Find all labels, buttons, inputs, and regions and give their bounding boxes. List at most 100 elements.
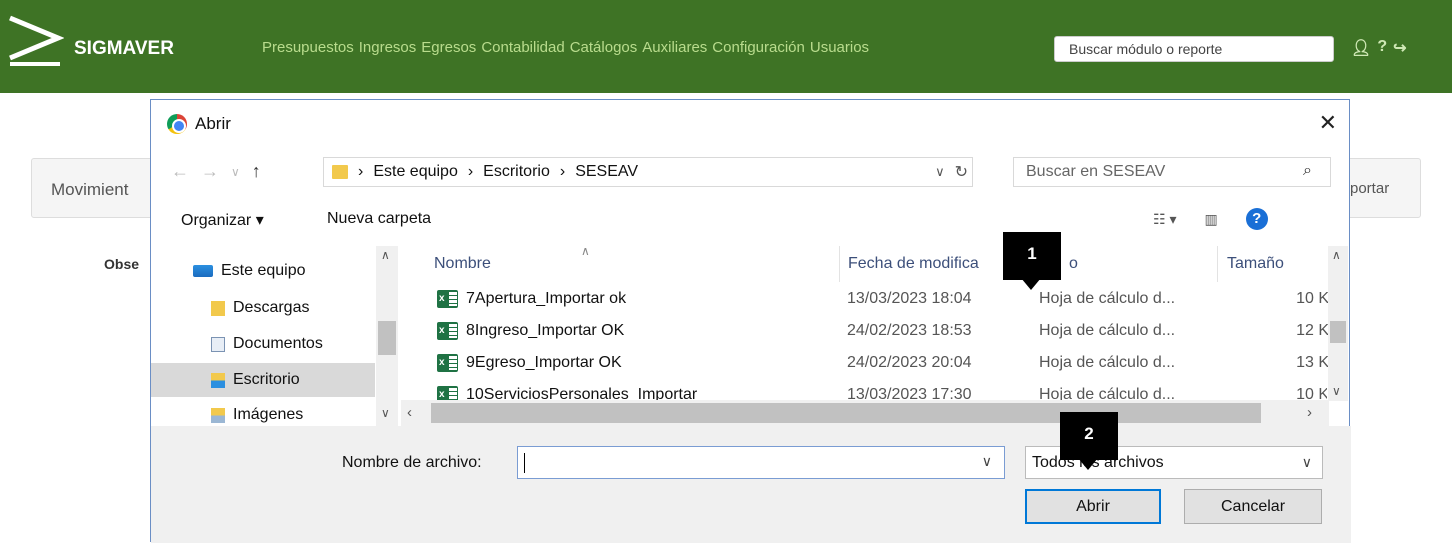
file-date: 24/02/2023 20:04 [847,354,972,371]
scroll-up-icon[interactable]: ∧ [1332,248,1341,262]
help-icon[interactable]: ? [1377,38,1387,58]
filename-input[interactable]: ∨ [517,446,1005,479]
scroll-left-icon[interactable]: ‹ [407,404,412,421]
folder-search-input[interactable] [1013,157,1331,187]
downloads-icon [211,300,225,316]
organize-button[interactable]: Organizar ▾ [181,210,264,230]
tree-item-documentos[interactable]: Documentos [211,335,323,353]
sigmaver-logo[interactable] [6,12,64,70]
column-name[interactable]: Nombre [434,255,491,273]
new-folder-button[interactable]: Nueva carpeta [327,210,431,228]
column-size[interactable]: Tamaño [1227,255,1284,273]
tree-item-escritorio[interactable]: Escritorio [211,371,300,389]
breadcrumb-sep-icon: › [467,163,474,180]
open-button[interactable]: Abrir [1025,489,1161,524]
folder-icon [332,165,348,179]
navigation-scrollbar[interactable]: ∧ ∨ [376,246,398,426]
tree-item-imagenes[interactable]: Imágenes [211,406,303,424]
breadcrumb-sep-icon: › [559,163,566,180]
file-row[interactable]: x 8Ingreso_Importar OK 24/02/2023 18:53 H… [437,318,1329,348]
import-link[interactable]: portar [1350,180,1389,197]
nav-contabilidad[interactable]: Contabilidad [481,39,564,56]
file-list-vscrollbar[interactable]: ∧ ∨ [1328,246,1348,401]
open-file-dialog: Abrir ✕ ← → ∨ ↑ › Este equipo › Escritor… [150,99,1351,543]
dialog-titlebar: Abrir [167,114,231,134]
file-type: Hoja de cálculo d... [1039,386,1176,400]
scroll-right-icon[interactable]: › [1307,404,1312,421]
scroll-down-icon[interactable]: ∨ [381,406,390,420]
nav-auxiliares[interactable]: Auxiliares [642,39,707,56]
computer-icon [193,265,213,277]
cancel-button[interactable]: Cancelar [1184,489,1322,524]
top-icons: 👤︎ ? ↪ [1351,38,1407,58]
documents-icon [211,336,225,352]
breadcrumb-este-equipo[interactable]: Este equipo [373,163,458,181]
scroll-down-icon[interactable]: ∨ [1332,384,1341,398]
breadcrumb-seseav[interactable]: SESEAV [575,163,638,181]
file-date: 24/02/2023 18:53 [847,322,972,339]
column-date[interactable]: Fecha de modifica [848,255,979,273]
breadcrumb-sep-icon: › [358,163,364,180]
file-row[interactable]: x 9Egreso_Importar OK 24/02/2023 20:04 Ho… [437,350,1329,380]
forward-icon[interactable]: → [201,161,219,182]
up-icon[interactable]: ↑ [252,161,261,182]
file-name: 10ServiciosPersonales_Importar [466,386,698,400]
back-icon[interactable]: ← [171,161,189,182]
text-caret [524,453,525,473]
address-dropdown-icon[interactable]: ∨ [935,164,945,182]
pictures-icon [211,407,225,423]
nav-presupuestos[interactable]: Presupuestos [262,39,354,56]
close-button[interactable]: ✕ [1319,110,1337,136]
tree-item-descargas[interactable]: Descargas [211,299,309,317]
nav-egresos[interactable]: Egresos [421,39,476,56]
view-options-icon[interactable]: ☷ ▾ [1153,211,1176,228]
file-list-hscrollbar[interactable]: ‹ › [401,400,1329,426]
brand-name[interactable]: SIGMAVER [74,38,174,60]
refresh-icon[interactable]: ↻ [955,162,968,182]
tree-item-este-equipo[interactable]: Este equipo [193,262,306,280]
help-icon[interactable]: ? [1245,208,1268,230]
scroll-thumb[interactable] [431,403,1261,423]
file-name: 9Egreso_Importar OK [466,354,622,371]
file-size: 13 K [1296,354,1329,371]
scroll-thumb[interactable] [1330,321,1346,343]
nav-usuarios[interactable]: Usuarios [810,39,869,56]
module-search-input[interactable] [1054,36,1334,62]
file-type: Hoja de cálculo d... [1039,290,1176,307]
user-icon[interactable]: 👤︎ [1351,38,1371,58]
top-navbar: SIGMAVER Presupuestos Ingresos Egresos C… [0,0,1452,93]
nav-arrows: ← → ∨ ↑ [171,161,261,182]
column-separator[interactable] [1217,246,1218,282]
excel-icon: x [437,290,458,308]
nav-catalogos[interactable]: Catálogos [570,39,638,56]
recent-dropdown-icon[interactable]: ∨ [231,165,240,182]
dialog-footer [151,426,1351,543]
column-separator[interactable] [839,246,840,282]
breadcrumb-escritorio[interactable]: Escritorio [483,163,550,181]
scroll-up-icon[interactable]: ∧ [381,248,390,262]
address-row: ← → ∨ ↑ › Este equipo › Escritorio › SES… [151,157,1351,189]
file-name: 8Ingreso_Importar OK [466,322,625,339]
filename-label: Nombre de archivo: [342,454,482,471]
chevron-down-icon[interactable]: ∨ [1302,454,1312,471]
search-icon[interactable]: ⌕ [1303,162,1312,180]
nav-configuracion[interactable]: Configuración [712,39,805,56]
file-row[interactable]: x 7Apertura_Importar ok 13/03/2023 18:04 … [437,286,1329,316]
nav-ingresos[interactable]: Ingresos [359,39,417,56]
logout-icon[interactable]: ↪ [1393,38,1406,58]
chevron-down-icon[interactable]: ∨ [982,453,992,470]
file-type: Hoja de cálculo d... [1039,354,1176,371]
column-type[interactable]: o [1069,255,1078,273]
file-date: 13/03/2023 18:04 [847,290,972,307]
scroll-thumb[interactable] [378,321,396,355]
tree-label: Escritorio [233,371,300,388]
tree-label: Este equipo [221,262,306,279]
address-bar[interactable]: › Este equipo › Escritorio › SESEAV ∨ ↻ [323,157,973,187]
file-row[interactable]: x 10ServiciosPersonales_Importar 13/03/20… [437,382,1327,400]
address-actions: ∨ ↻ [935,162,968,182]
sort-ascending-icon: ∧ [581,244,590,258]
preview-pane-icon[interactable]: ▥ [1204,211,1217,228]
tree-label: Imágenes [233,406,304,423]
tree-label: Descargas [233,299,310,316]
command-bar: Organizar ▾ Nueva carpeta ☷ ▾ ▥ ? [151,204,1351,236]
